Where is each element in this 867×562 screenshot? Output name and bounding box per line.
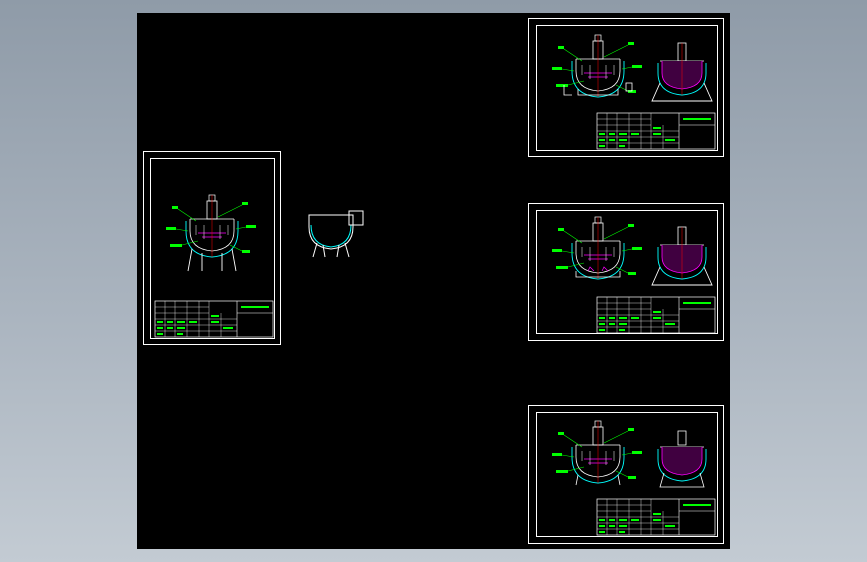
sheet-left[interactable] [143, 151, 281, 345]
kettle-side-view-2 [657, 430, 707, 488]
kettle-side-view[interactable] [308, 210, 364, 258]
title-block [596, 296, 716, 334]
drawing-canvas[interactable] [137, 13, 730, 549]
title-block [596, 498, 716, 536]
kettle-side-view-2 [651, 226, 713, 286]
cad-model-space[interactable] [137, 13, 730, 549]
title-block [596, 112, 716, 150]
sheet-top-right[interactable] [528, 18, 724, 157]
kettle-side-view-2 [651, 42, 713, 102]
kettle-front-view [551, 216, 643, 280]
kettle-front-view [551, 34, 643, 98]
title-block [154, 300, 274, 338]
sheet-middle-right[interactable] [528, 203, 724, 341]
kettle-front-view [165, 194, 257, 272]
kettle-front-view [551, 420, 643, 486]
sheet-bottom-right[interactable] [528, 405, 724, 544]
